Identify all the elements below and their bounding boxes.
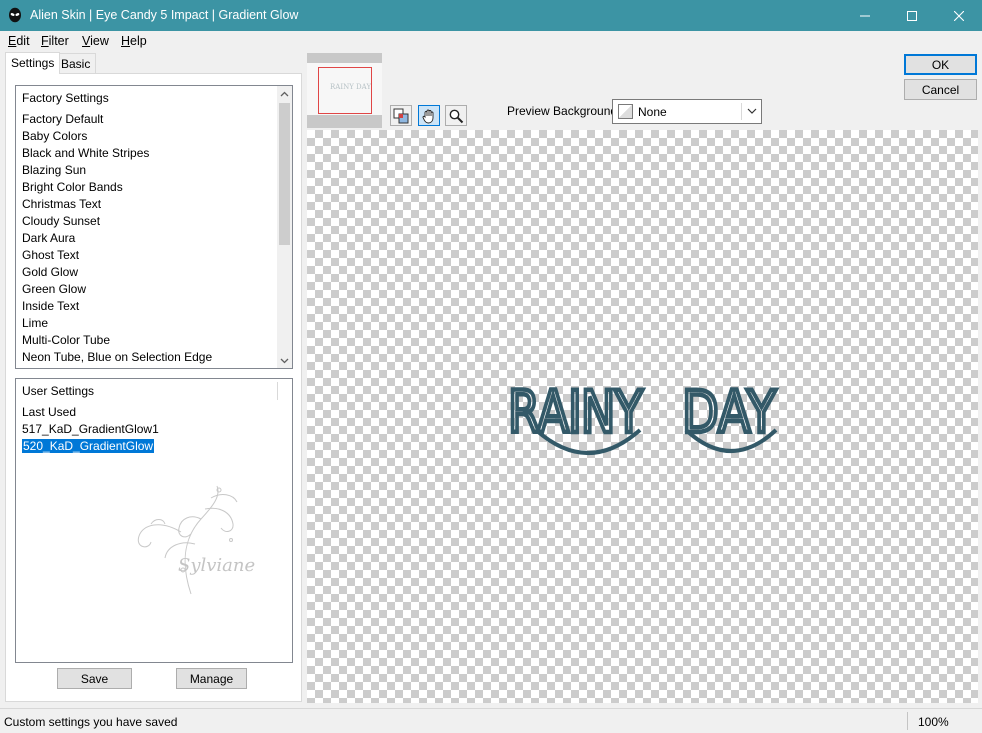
ok-button[interactable]: OK [904,54,977,75]
sylviane-watermark [137,485,238,595]
factory-preset-item[interactable]: Dark Aura [22,230,212,247]
preview-canvas[interactable]: RAINY DAY [307,130,978,703]
preview-word-rainy: RAINY [508,378,643,446]
compare-icon [393,108,409,123]
factory-preset-item[interactable]: Blazing Sun [22,162,212,179]
status-text: Custom settings you have saved [4,715,178,729]
scroll-down-button[interactable] [277,353,292,368]
navigator-thumbnail[interactable]: RAINY DAY [307,53,382,128]
factory-preset-item[interactable]: Cloudy Sunset [22,213,212,230]
factory-preset-item[interactable]: Green Glow [22,281,212,298]
factory-preset-item[interactable]: Baby Colors [22,128,212,145]
factory-settings-header: Factory Settings [22,91,109,105]
factory-settings-scrollbar[interactable] [277,86,292,368]
hand-icon [422,109,434,123]
factory-preset-item[interactable]: Bright Color Bands [22,179,212,196]
close-icon [954,10,964,21]
menu-bar: Edit Filter View Help [0,31,982,51]
settings-panel: Factory Settings Factory Default Baby Col… [5,73,302,702]
manage-button[interactable]: Manage [176,668,247,689]
preview-background-label: Preview Background: [507,104,621,118]
menu-view[interactable]: View [82,34,109,48]
view-rectangle[interactable] [318,67,372,114]
chevron-up-icon [280,91,289,96]
menu-filter[interactable]: Filter [41,34,69,48]
factory-preset-item[interactable]: Lime [22,315,212,332]
save-button[interactable]: Save [57,668,132,689]
factory-settings-items: Factory Default Baby Colors Black and Whit… [22,111,212,366]
tab-basic[interactable]: Basic [55,53,97,74]
preview-word-day: DAY [682,378,776,446]
zoom-level: 100% [918,715,949,729]
factory-preset-item[interactable]: Christmas Text [22,196,212,213]
maximize-icon [907,10,917,21]
factory-preset-item[interactable]: Factory Default [22,111,212,128]
window-title: Alien Skin | Eye Candy 5 Impact | Gradie… [30,8,299,22]
magnifier-icon [449,109,464,123]
dropdown-separator [741,103,742,120]
preview-artwork: RAINY DAY [506,376,779,455]
factory-preset-item[interactable]: Gold Glow [22,264,212,281]
factory-preset-item[interactable]: Ghost Text [22,247,212,264]
minimize-button[interactable] [842,0,888,31]
menu-edit[interactable]: Edit [8,34,30,48]
minimize-icon [860,15,870,16]
scroll-up-button[interactable] [277,86,292,101]
column-separator [277,382,278,400]
cancel-button[interactable]: Cancel [904,79,977,100]
status-separator [907,712,908,730]
factory-settings-list[interactable]: Factory Settings Factory Default Baby Col… [15,85,293,369]
watermark-text: Sylviane [178,555,256,576]
zoom-tool-button[interactable] [445,105,467,126]
factory-preset-item[interactable]: Multi-Color Tube [22,332,212,349]
chevron-down-icon [280,358,289,363]
title-bar: Alien Skin | Eye Candy 5 Impact | Gradie… [0,0,982,31]
factory-preset-item[interactable]: Inside Text [22,298,212,315]
status-bar: Custom settings you have saved 100% [0,708,982,733]
user-settings-list[interactable]: User Settings Last Used 517_KaD_GradientG… [15,378,293,663]
factory-preset-item[interactable]: Neon Tube, Blue on Selection Edge [22,349,212,366]
alien-head-icon[interactable] [7,7,23,23]
chevron-down-icon [747,108,757,114]
user-preset-item[interactable]: 520_KaD_GradientGlow [20,438,159,455]
tab-settings[interactable]: Settings [5,52,61,74]
background-swatch-icon [618,104,633,119]
user-preset-item[interactable]: 517_KaD_GradientGlow1 [22,421,159,438]
preview-background-dropdown[interactable]: None [612,99,762,124]
close-button[interactable] [936,0,982,31]
factory-preset-item[interactable]: Black and White Stripes [22,145,212,162]
pan-tool-button[interactable] [418,105,440,126]
user-preset-item[interactable]: Last Used [22,404,159,421]
preview-background-value: None [638,105,667,119]
user-settings-header: User Settings [22,384,95,398]
user-settings-items: Last Used 517_KaD_GradientGlow1 520_KaD_Gr… [20,404,159,455]
zoom-fit-button[interactable] [390,105,412,126]
scroll-thumb[interactable] [279,103,290,245]
menu-help[interactable]: Help [121,34,147,48]
maximize-button[interactable] [889,0,935,31]
